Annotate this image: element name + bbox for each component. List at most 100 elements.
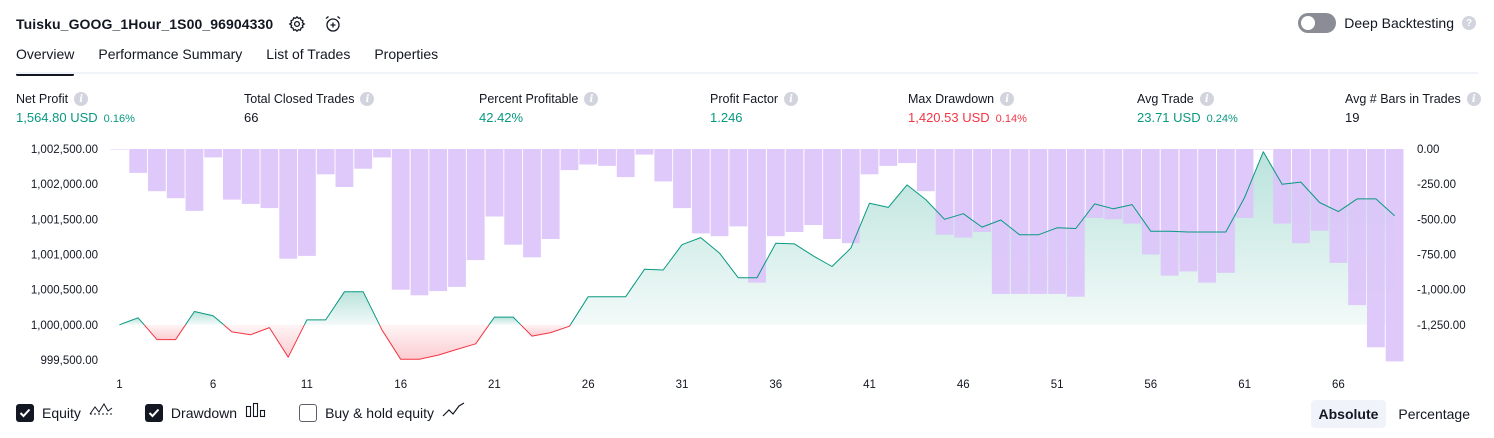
stat-value: 42.42% bbox=[479, 110, 524, 125]
drawdown-bar bbox=[466, 149, 485, 261]
info-icon[interactable]: i bbox=[784, 92, 799, 106]
right-axis-tick-label: -250.00 bbox=[1417, 179, 1456, 191]
drawdown-bar bbox=[879, 149, 898, 166]
drawdown-bar bbox=[485, 149, 504, 217]
deep-backtesting-label: Deep Backtesting bbox=[1344, 15, 1454, 31]
drawdown-bar bbox=[673, 149, 691, 209]
drawdown-bar bbox=[635, 149, 654, 155]
stat-percent-profitable: Percent Profitable i 42.42% bbox=[479, 92, 599, 125]
drawdown-bar bbox=[1273, 149, 1291, 224]
drawdown-bar bbox=[1310, 149, 1329, 231]
alarm-clock-plus-icon[interactable] bbox=[321, 12, 345, 36]
gear-icon[interactable] bbox=[285, 12, 309, 36]
summary-stats: Net Profit i 1,564.80 USD 0.16% Total Clos… bbox=[0, 92, 1494, 132]
x-axis: 1 6 11 16 21 26 31 36 41 46 51 56 61 66 bbox=[116, 379, 1345, 391]
drawdown-bar bbox=[448, 149, 466, 287]
info-icon[interactable]: i bbox=[1000, 92, 1015, 106]
drawdown-bar bbox=[1160, 149, 1179, 276]
question-icon[interactable]: ? bbox=[1462, 16, 1476, 30]
drawdown-bar bbox=[973, 149, 991, 232]
stat-percent: 0.14% bbox=[995, 113, 1027, 125]
tab-properties[interactable]: Properties bbox=[374, 46, 438, 74]
equity-area-loss bbox=[520, 324, 571, 337]
buy-hold-line-icon bbox=[442, 402, 466, 423]
right-axis-tick-label: -1,000.00 bbox=[1417, 285, 1466, 297]
x-axis-tick-label: 1 bbox=[116, 379, 122, 391]
drawdown-bar bbox=[241, 149, 260, 204]
drawdown-bar bbox=[316, 149, 335, 175]
tab-overview[interactable]: Overview bbox=[16, 46, 75, 76]
deep-backtesting: Deep Backtesting ? bbox=[1298, 13, 1476, 33]
strategy-name: Tuisku_GOOG_1Hour_1S00_96904330 bbox=[16, 16, 274, 32]
x-axis-tick-label: 41 bbox=[863, 379, 876, 391]
absolute-button[interactable]: Absolute bbox=[1310, 400, 1387, 428]
stat-value: 23.71 USD bbox=[1137, 110, 1201, 125]
x-axis-tick-label: 31 bbox=[676, 379, 689, 391]
drawdown-bar bbox=[391, 149, 410, 290]
drawdown-bar bbox=[841, 149, 860, 244]
drawdown-bars bbox=[110, 149, 1404, 362]
buy-hold-checkbox[interactable] bbox=[299, 403, 318, 422]
drawdown-bar bbox=[1367, 149, 1385, 348]
drawdown-bar bbox=[1348, 149, 1366, 306]
stat-title: Max Drawdown bbox=[908, 92, 995, 106]
drawdown-bar bbox=[129, 149, 148, 173]
left-axis-tick-label: 1,000,500.00 bbox=[31, 285, 98, 297]
right-axis-tick-label: -500.00 bbox=[1417, 214, 1456, 226]
stat-title: Percent Profitable bbox=[479, 92, 579, 106]
info-icon[interactable]: i bbox=[74, 92, 89, 106]
legend-drawdown[interactable]: Drawdown bbox=[144, 402, 267, 423]
drawdown-bar bbox=[766, 149, 785, 237]
tab-performance-summary[interactable]: Performance Summary bbox=[98, 46, 242, 74]
drawdown-bar bbox=[1179, 149, 1198, 272]
equity-line-icon bbox=[89, 402, 113, 423]
drawdown-bar bbox=[354, 149, 373, 169]
drawdown-bar bbox=[991, 149, 1010, 294]
left-axis-tick-label: 1,000,000.00 bbox=[31, 320, 98, 332]
info-icon[interactable]: i bbox=[1466, 92, 1481, 106]
drawdown-bar bbox=[410, 149, 429, 296]
drawdown-bar bbox=[560, 149, 579, 171]
drawdown-bar bbox=[1329, 149, 1348, 263]
stat-value: 1.246 bbox=[710, 110, 743, 125]
legend-label: Equity bbox=[42, 404, 81, 421]
drawdown-bar bbox=[1254, 149, 1273, 150]
view-mode-toggle: Absolute Percentage bbox=[1310, 400, 1479, 428]
stat-value: 19 bbox=[1345, 110, 1360, 125]
deep-backtesting-toggle[interactable] bbox=[1298, 13, 1337, 33]
drawdown-bar bbox=[523, 149, 541, 258]
stat-profit-factor: Profit Factor i 1.246 bbox=[710, 92, 799, 125]
info-icon[interactable]: i bbox=[584, 92, 599, 106]
drawdown-bar bbox=[898, 149, 916, 164]
left-axis-tick-label: 1,001,000.00 bbox=[31, 250, 98, 262]
equity-checkbox[interactable] bbox=[16, 403, 34, 422]
x-axis-tick-label: 61 bbox=[1238, 379, 1251, 391]
chart-legend: Equity Drawdown Buy & hold equity bbox=[16, 402, 498, 423]
left-axis-tick-label: 999,500.00 bbox=[40, 355, 98, 367]
info-icon[interactable]: i bbox=[360, 92, 375, 106]
x-axis-tick-label: 56 bbox=[1144, 379, 1157, 391]
legend-equity[interactable]: Equity bbox=[16, 402, 113, 423]
right-axis: 0.00 -250.00 -500.00 -750.00 -1,000.00 -1,250… bbox=[1417, 144, 1466, 332]
drawdown-checkbox[interactable] bbox=[144, 403, 163, 422]
legend-buy-hold[interactable]: Buy & hold equity bbox=[299, 402, 466, 423]
stat-value: 1,564.80 USD bbox=[16, 110, 98, 125]
right-axis-tick-label: -1,250.00 bbox=[1417, 320, 1466, 332]
drawdown-bar bbox=[860, 149, 879, 175]
tab-divider bbox=[16, 72, 1478, 74]
tab-list-of-trades[interactable]: List of Trades bbox=[266, 46, 350, 74]
drawdown-bar bbox=[1085, 149, 1104, 218]
legend-label: Buy & hold equity bbox=[325, 404, 435, 421]
x-axis-tick-label: 16 bbox=[394, 379, 407, 391]
left-axis-tick-label: 1,002,000.00 bbox=[31, 179, 98, 191]
drawdown-bar bbox=[1385, 149, 1404, 362]
drawdown-bar bbox=[429, 149, 448, 292]
equity-drawdown-chart[interactable]: 1,002,500.00 1,002,000.00 1,001,500.00 1,00… bbox=[0, 138, 1494, 394]
percentage-button[interactable]: Percentage bbox=[1390, 400, 1478, 428]
drawdown-bar bbox=[729, 149, 748, 227]
x-axis-tick-label: 21 bbox=[488, 379, 501, 391]
stat-title: Avg Trade bbox=[1137, 92, 1194, 106]
info-icon[interactable]: i bbox=[1199, 92, 1214, 106]
drawdown-bar bbox=[823, 149, 841, 239]
x-axis-tick-label: 26 bbox=[582, 379, 595, 391]
